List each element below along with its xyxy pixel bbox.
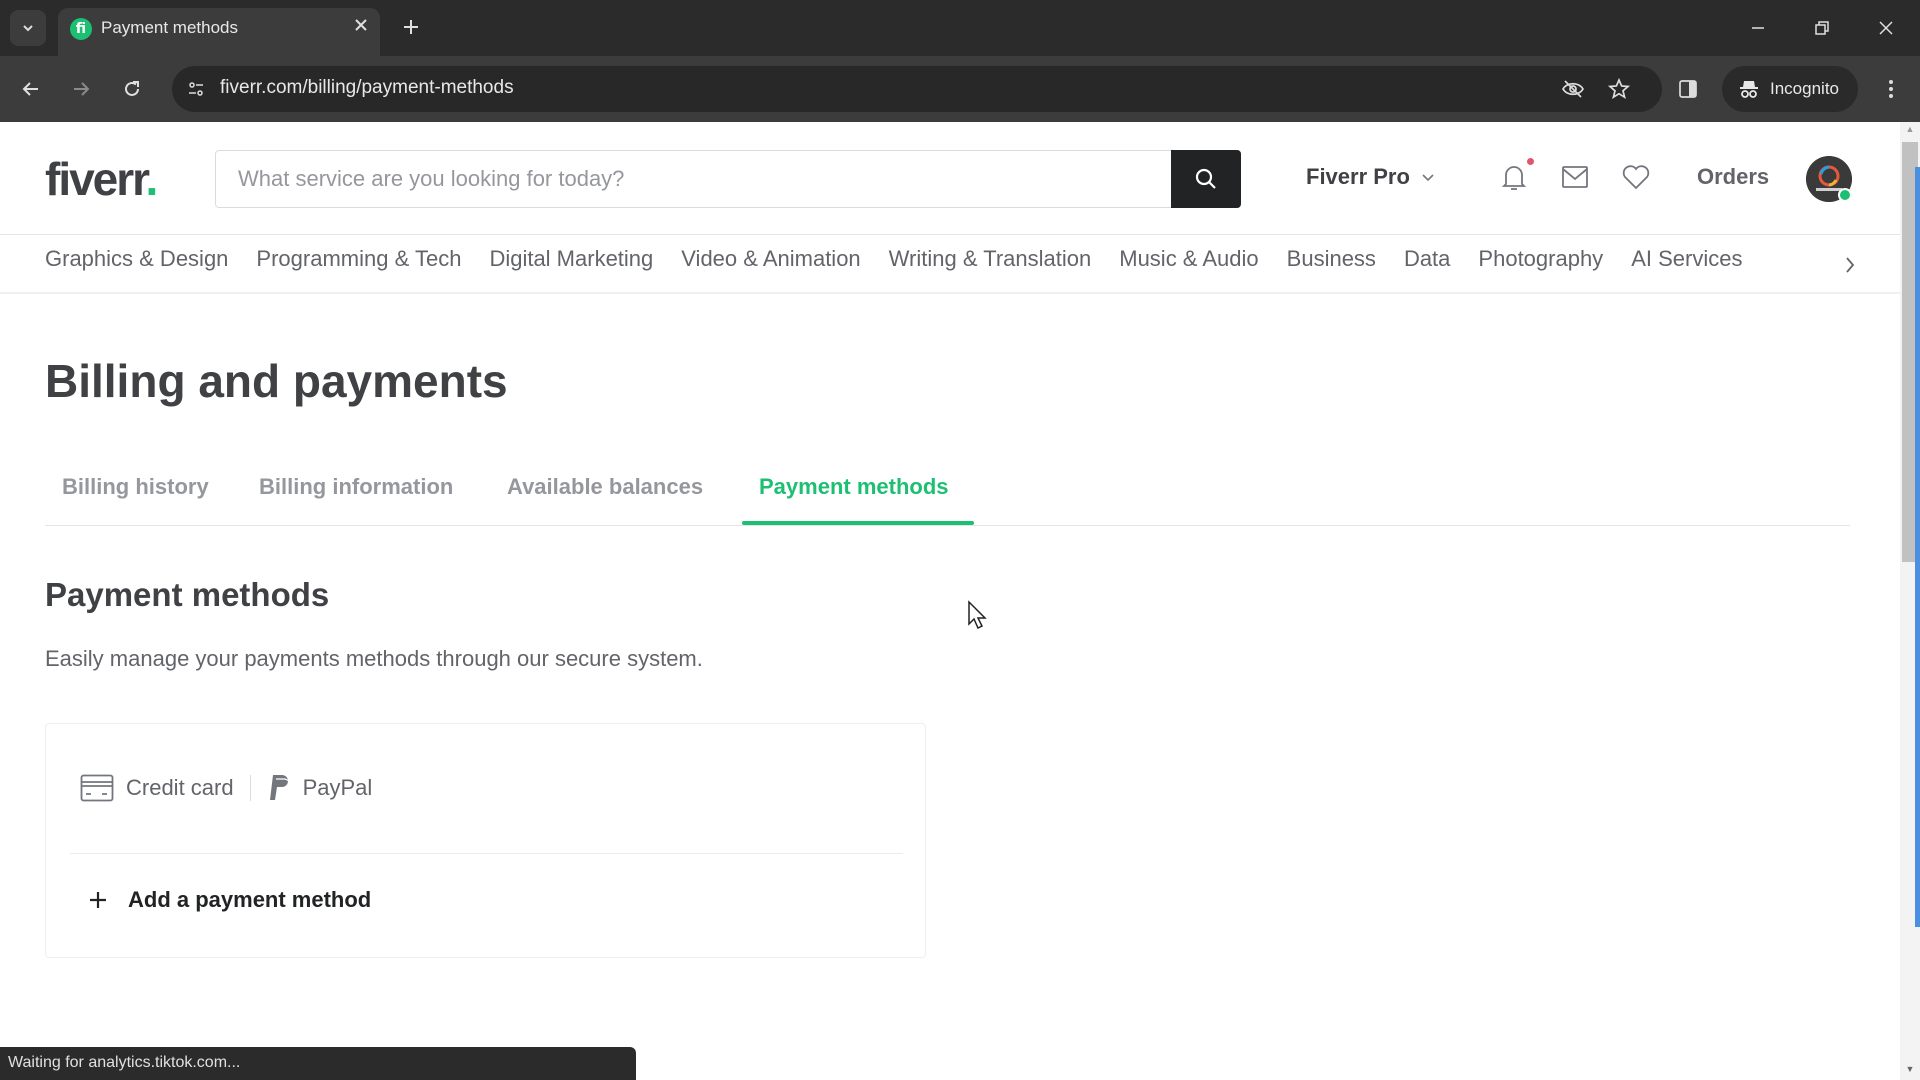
browser-tab-title: Payment methods <box>101 18 239 37</box>
add-payment-method-button[interactable]: Add a payment method <box>88 887 371 913</box>
fiverr-logo[interactable]: fiverr. <box>45 152 159 206</box>
arrow-left-icon <box>22 82 38 96</box>
fiverr-favicon-icon: fi <box>70 18 92 40</box>
category-divider <box>0 292 1900 294</box>
fiverr-pro-label: Fiverr Pro <box>1306 164 1410 189</box>
restore-window-button[interactable] <box>1802 10 1842 46</box>
fiverr-pro-dropdown[interactable]: Fiverr Pro <box>1306 164 1436 190</box>
category-nav: Graphics & Design Programming & Tech Dig… <box>45 246 1855 286</box>
paypal-icon <box>269 775 291 802</box>
logo-dot: . <box>145 153 159 205</box>
browser-menu-button[interactable] <box>1876 73 1906 105</box>
header-divider <box>0 234 1900 235</box>
paypal-label: PayPal <box>302 775 373 800</box>
category-digital-marketing[interactable]: Digital Marketing <box>489 246 653 286</box>
section-title: Payment methods <box>45 576 330 613</box>
side-panel-icon <box>1679 80 1697 98</box>
incognito-icon <box>1740 81 1758 98</box>
mail-icon <box>1562 166 1588 188</box>
credit-card-label: Credit card <box>126 775 234 800</box>
credit-card-icon <box>80 774 114 802</box>
star-icon <box>1608 78 1630 100</box>
close-icon <box>355 19 367 31</box>
site-info-button[interactable] <box>180 73 212 105</box>
incognito-label: Incognito <box>1770 79 1839 98</box>
category-data[interactable]: Data <box>1404 246 1450 286</box>
page-content: fiverr. Fiverr Pro Orders Graphics & Des… <box>0 122 1900 1080</box>
category-writing-translation[interactable]: Writing & Translation <box>889 246 1092 286</box>
payment-methods-card: Credit card PayPal Add a payment method <box>45 723 926 958</box>
url-text[interactable]: fiverr.com/billing/payment-methods <box>220 77 514 99</box>
more-vertical-icon <box>1889 80 1893 98</box>
notifications-button[interactable] <box>1497 160 1531 194</box>
active-tab-indicator <box>742 521 974 525</box>
scroll-up-arrow-icon[interactable]: ▲ <box>1900 124 1920 138</box>
incognito-indicator[interactable]: Incognito <box>1722 66 1858 112</box>
eye-off-icon <box>1562 80 1584 98</box>
payment-method-options: Credit card PayPal <box>80 774 372 802</box>
orders-link[interactable]: Orders <box>1697 164 1769 190</box>
online-status-dot <box>1838 188 1852 202</box>
category-programming-tech[interactable]: Programming & Tech <box>256 246 461 286</box>
tracking-protection-button[interactable] <box>1557 73 1589 105</box>
section-description: Easily manage your payments methods thro… <box>45 646 703 671</box>
scrollbar-overlay <box>1915 167 1920 927</box>
category-graphics-design[interactable]: Graphics & Design <box>45 246 228 286</box>
close-window-button[interactable] <box>1866 10 1906 46</box>
logo-text: fiverr <box>45 153 148 205</box>
search-button[interactable] <box>1171 150 1241 208</box>
chevron-right-icon <box>1846 257 1855 273</box>
category-photography[interactable]: Photography <box>1478 246 1603 286</box>
reload-icon <box>125 81 139 96</box>
chevron-down-icon <box>1422 174 1434 182</box>
category-scroll-right-button[interactable] <box>1836 250 1856 280</box>
back-button[interactable] <box>15 73 47 105</box>
category-ai-services[interactable]: AI Services <box>1631 246 1742 286</box>
close-icon <box>1879 21 1893 35</box>
browser-status-bar: Waiting for analytics.tiktok.com... <box>0 1047 636 1080</box>
minimize-window-button[interactable] <box>1738 10 1778 46</box>
tab-available-balances[interactable]: Available balances <box>507 474 703 500</box>
credit-card-option[interactable]: Credit card <box>80 774 234 802</box>
scroll-down-arrow-icon[interactable]: ▼ <box>1900 1064 1920 1078</box>
method-separator <box>249 775 251 801</box>
tab-billing-information[interactable]: Billing information <box>259 474 453 500</box>
reload-button[interactable] <box>116 73 148 105</box>
close-tab-button[interactable] <box>350 14 372 36</box>
restore-icon <box>1815 21 1829 35</box>
favorites-button[interactable] <box>1619 160 1653 194</box>
new-tab-button[interactable] <box>396 12 426 42</box>
category-music-audio[interactable]: Music & Audio <box>1119 246 1258 286</box>
plus-icon <box>90 892 106 908</box>
billing-tabs: Billing history Billing information Avai… <box>45 464 1850 526</box>
tab-search-button[interactable] <box>10 10 46 46</box>
card-divider <box>70 853 903 854</box>
category-business[interactable]: Business <box>1287 246 1376 286</box>
heart-icon <box>1622 165 1650 190</box>
plus-icon <box>404 20 418 34</box>
tune-icon <box>189 82 203 96</box>
forward-button[interactable] <box>65 73 97 105</box>
paypal-option[interactable]: PayPal <box>267 774 373 802</box>
side-panel-button[interactable] <box>1672 73 1704 105</box>
tab-payment-methods[interactable]: Payment methods <box>759 474 949 500</box>
minimize-icon <box>1752 27 1764 29</box>
add-payment-method-label: Add a payment method <box>128 887 372 912</box>
bell-icon <box>1501 166 1527 190</box>
search-input[interactable] <box>238 151 1168 207</box>
bookmark-button[interactable] <box>1603 73 1635 105</box>
notification-dot <box>1527 158 1534 165</box>
category-video-animation[interactable]: Video & Animation <box>681 246 860 286</box>
chevron-down-icon <box>23 25 33 32</box>
search-bar <box>215 150 1241 208</box>
mouse-cursor-icon <box>968 600 987 630</box>
tab-billing-history[interactable]: Billing history <box>62 474 209 500</box>
arrow-right-icon <box>74 82 90 96</box>
page-scrollbar[interactable]: ▲ ▼ <box>1900 122 1920 1080</box>
search-icon <box>1195 168 1216 189</box>
page-title: Billing and payments <box>45 355 508 407</box>
messages-button[interactable] <box>1558 160 1592 194</box>
